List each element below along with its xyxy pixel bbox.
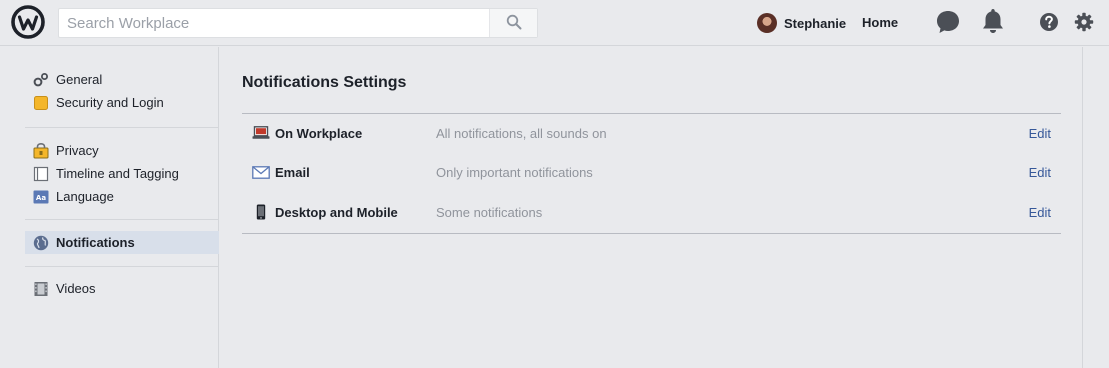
- chat-button[interactable]: [934, 9, 962, 37]
- privacy-lock-icon: [33, 142, 49, 159]
- sidebar-group-privacy: Privacy Timeline and Tagging Aa Language: [25, 139, 219, 208]
- user-name: Stephanie: [784, 15, 847, 31]
- sidebar-item-label: Privacy: [56, 143, 99, 158]
- sidebar-item-timeline-and-tagging[interactable]: Timeline and Tagging: [25, 162, 219, 185]
- row-summary: All notifications, all sounds on: [436, 126, 607, 141]
- sidebar-group-account: General Security and Login: [25, 68, 219, 114]
- row-title: Desktop and Mobile: [275, 205, 398, 220]
- edit-on-workplace-link[interactable]: Edit: [1029, 126, 1051, 141]
- row-summary: Some notifications: [436, 205, 543, 220]
- sidebar-item-security-and-login[interactable]: Security and Login: [25, 91, 219, 114]
- laptop-icon: [252, 125, 270, 141]
- sidebar-item-privacy[interactable]: Privacy: [25, 139, 219, 162]
- chat-icon: [935, 9, 961, 38]
- sidebar-item-label: General: [56, 72, 103, 87]
- mobile-phone-icon: [252, 204, 270, 220]
- notification-settings-list: On Workplace All notifications, all soun…: [242, 113, 1061, 234]
- timeline-icon: [33, 166, 49, 182]
- sidebar-divider: [25, 127, 219, 128]
- search-button[interactable]: [489, 9, 537, 37]
- sidebar-item-language[interactable]: Aa Language: [25, 185, 219, 208]
- sidebar-item-label: Notifications: [56, 235, 135, 250]
- film-icon: [33, 281, 49, 297]
- workplace-logo-icon[interactable]: [11, 5, 45, 39]
- language-icon: Aa: [33, 189, 49, 205]
- profile-link[interactable]: Stephanie: [757, 12, 846, 34]
- sidebar-item-videos[interactable]: Videos: [25, 277, 219, 300]
- main-content: Notifications Settings On Workplace All …: [220, 47, 1083, 368]
- edit-email-link[interactable]: Edit: [1029, 165, 1051, 180]
- gears-icon: [33, 72, 49, 88]
- help-button[interactable]: [1038, 12, 1060, 34]
- content-right-border: [1082, 47, 1083, 368]
- sidebar-item-label: Timeline and Tagging: [56, 166, 179, 181]
- sidebar-group-notifications: Notifications: [25, 231, 219, 254]
- settings-sidebar: General Security and Login Privacy Timel…: [0, 47, 219, 368]
- sidebar-item-label: Security and Login: [56, 95, 164, 110]
- top-bar: Stephanie Home: [0, 0, 1109, 46]
- sidebar-group-videos: Videos: [25, 277, 219, 300]
- settings-row-on-workplace: On Workplace All notifications, all soun…: [242, 114, 1061, 153]
- sidebar-item-label: Language: [56, 189, 114, 204]
- globe-icon: [33, 235, 49, 251]
- lock-badge-icon: [33, 95, 49, 111]
- sidebar-item-notifications[interactable]: Notifications: [25, 231, 219, 254]
- row-title: On Workplace: [275, 126, 363, 141]
- search-icon: [506, 14, 522, 33]
- sidebar-item-label: Videos: [56, 281, 96, 296]
- settings-row-email: Email Only important notifications Edit: [242, 153, 1061, 193]
- edit-desktop-and-mobile-link[interactable]: Edit: [1029, 205, 1051, 220]
- help-icon: [1039, 12, 1059, 35]
- notifications-button[interactable]: [979, 8, 1007, 36]
- sidebar-item-general[interactable]: General: [25, 68, 219, 91]
- svg-text:Aa: Aa: [36, 194, 46, 202]
- envelope-icon: [252, 164, 270, 180]
- settings-button[interactable]: [1073, 12, 1095, 34]
- gear-icon: [1074, 12, 1094, 35]
- page-title: Notifications Settings: [242, 74, 407, 91]
- notifications-bell-icon: [980, 7, 1006, 38]
- settings-row-desktop-and-mobile: Desktop and Mobile Some notifications Ed…: [242, 193, 1061, 233]
- search-box: [58, 8, 538, 38]
- sidebar-divider: [25, 219, 219, 220]
- row-title: Email: [275, 165, 310, 180]
- search-input[interactable]: [59, 9, 491, 37]
- avatar: [757, 13, 777, 33]
- home-link[interactable]: Home: [862, 15, 898, 30]
- row-summary: Only important notifications: [436, 165, 593, 180]
- sidebar-divider: [25, 266, 219, 267]
